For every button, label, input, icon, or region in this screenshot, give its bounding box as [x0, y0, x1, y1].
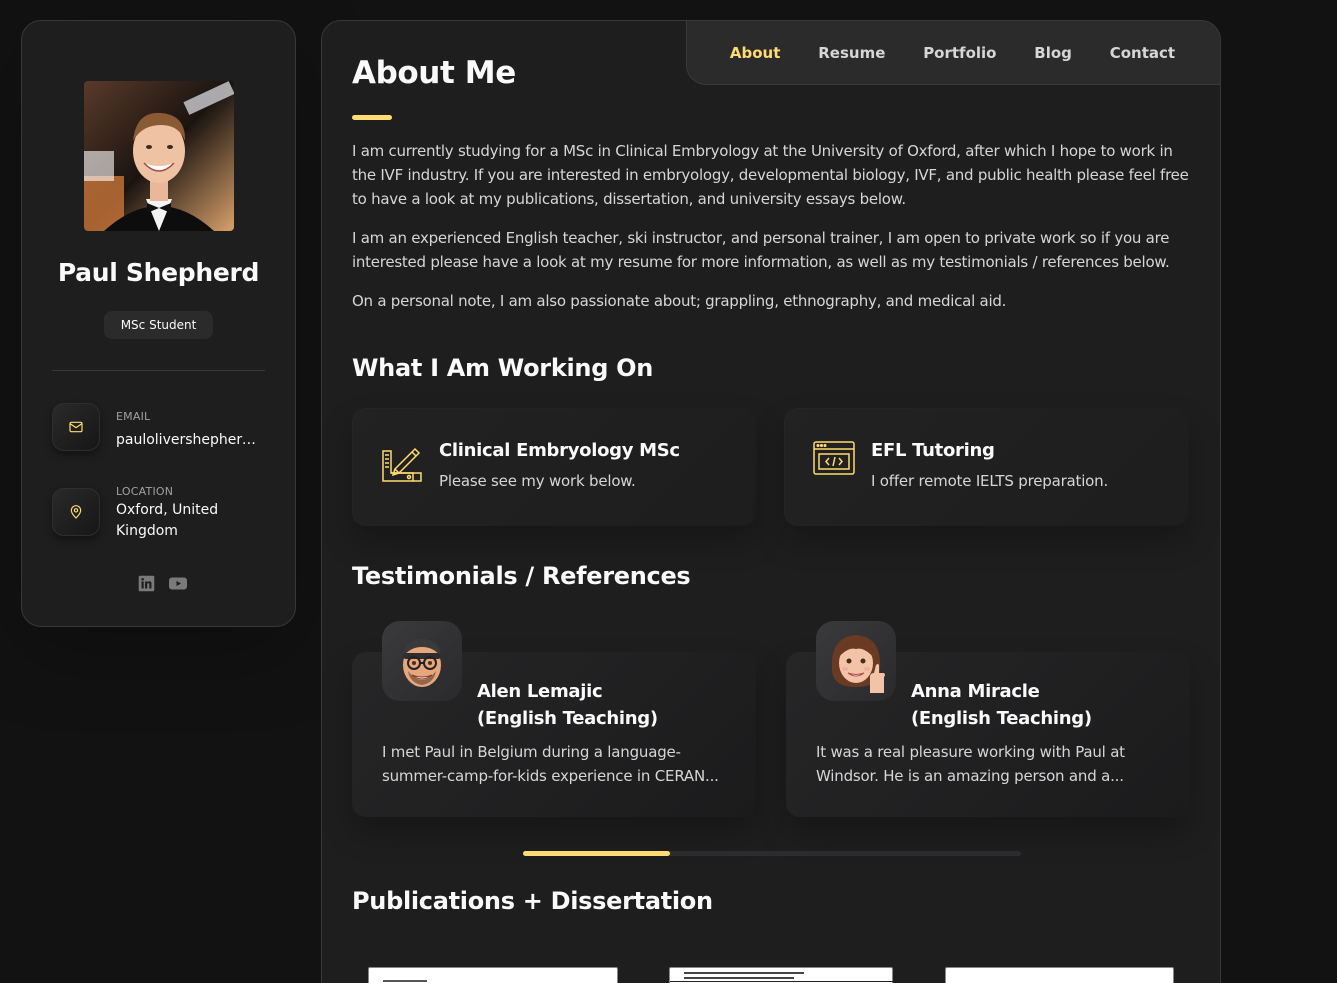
nav-blog[interactable]: Blog: [1034, 44, 1072, 62]
contact-email-value[interactable]: paulolivershepherd...: [116, 430, 262, 451]
testimonials-scrollbar[interactable]: [523, 851, 1021, 856]
service-card-embryology: Clinical Embryology MSc Please see my wo…: [352, 408, 757, 526]
testimonial-text: It was a real pleasure working with Paul…: [816, 743, 1125, 785]
service-card-efl: EFL Tutoring I offer remote IELTS prepar…: [784, 408, 1189, 526]
mail-icon: [52, 403, 100, 451]
nav-about[interactable]: About: [730, 44, 781, 62]
testimonial-role-text: (English Teaching): [911, 708, 1092, 729]
linkedin-icon[interactable]: [137, 574, 155, 592]
top-navbar: About Resume Portfolio Blog Contact: [686, 21, 1220, 85]
code-window-icon: [813, 441, 855, 479]
testimonials-title: Testimonials / References: [352, 562, 691, 590]
testimonial-card-alen[interactable]: Alen Lemajic (English Teaching) I met Pa…: [352, 621, 756, 817]
contact-email-label: EMAIL: [116, 410, 151, 423]
youtube-icon[interactable]: [169, 574, 187, 592]
main-content: About Resume Portfolio Blog Contact Abou…: [321, 20, 1221, 983]
testimonial-name: Alen Lemajic (English Teaching): [477, 678, 737, 732]
nav-portfolio[interactable]: Portfolio: [923, 44, 996, 62]
testimonial-name-text: Anna Miracle: [911, 681, 1040, 702]
memoji-glasses-avatar: [382, 621, 462, 701]
testimonial-role-text: (English Teaching): [477, 708, 658, 729]
about-paragraph-3: On a personal note, I am also passionate…: [352, 292, 1007, 310]
profile-photo: [84, 81, 234, 231]
nav-resume[interactable]: Resume: [818, 44, 885, 62]
testimonial-text: I met Paul in Belgium during a language-…: [382, 743, 719, 785]
social-links: [137, 574, 187, 592]
contact-location-value: Oxford, United Kingdom: [116, 502, 219, 539]
service-title: Clinical Embryology MSc: [439, 440, 680, 461]
working-on-title: What I Am Working On: [352, 354, 654, 382]
testimonial-card-anna[interactable]: Anna Miracle (English Teaching) It was a…: [786, 621, 1190, 817]
about-title: About Me: [352, 55, 516, 91]
testimonial-name: Anna Miracle (English Teaching): [911, 678, 1171, 732]
title-underline: [352, 115, 392, 120]
memoji-thumbsup-avatar: [816, 621, 896, 701]
profile-title-badge: MSc Student: [104, 311, 213, 339]
testimonial-name-text: Alen Lemajic: [477, 681, 603, 702]
sidebar-separator: [52, 370, 265, 371]
design-pen-icon: [381, 441, 423, 487]
publication-thumbnail[interactable]: [945, 967, 1174, 983]
location-pin-icon: [52, 488, 100, 536]
publication-thumbnail[interactable]: [669, 967, 894, 983]
service-desc: Please see my work below.: [439, 472, 636, 490]
nav-contact[interactable]: Contact: [1110, 44, 1175, 62]
about-paragraph-1: I am currently studying for a MSc in Cli…: [352, 142, 1189, 208]
service-desc: I offer remote IELTS preparation.: [871, 472, 1109, 490]
testimonials-scrollbar-thumb[interactable]: [523, 851, 670, 856]
publications-title: Publications + Dissertation: [352, 887, 713, 915]
service-title: EFL Tutoring: [871, 440, 995, 461]
about-paragraph-2: I am an experienced English teacher, ski…: [352, 229, 1170, 271]
sidebar: Paul Shepherd MSc Student EMAIL pauloliv…: [21, 20, 296, 627]
publication-thumbnail[interactable]: [368, 967, 618, 983]
contact-location-label: LOCATION: [116, 485, 174, 498]
about-text: I am currently studying for a MSc in Cli…: [352, 139, 1192, 328]
profile-name: Paul Shepherd: [57, 258, 260, 287]
